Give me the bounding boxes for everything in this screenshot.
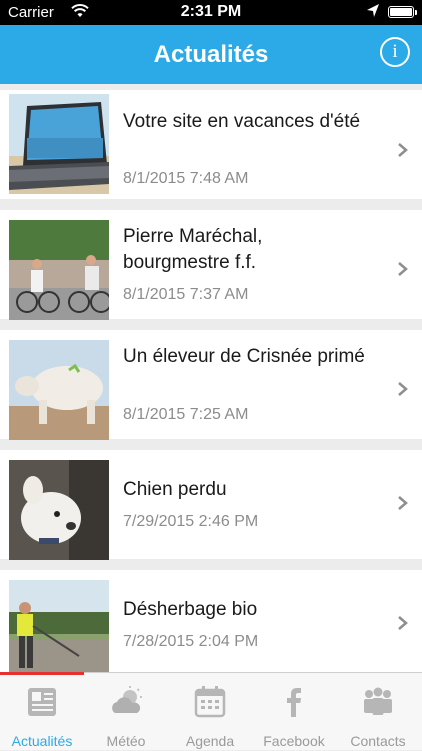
info-button[interactable]: i (380, 37, 410, 67)
worker-weeding-image (9, 580, 109, 672)
people-icon (364, 687, 392, 715)
battery-icon (388, 6, 414, 18)
cyclists-image (9, 220, 109, 320)
news-item[interactable]: Désherbage bio 7/28/2015 2:04 PM (0, 570, 422, 672)
tab-label: Agenda (185, 733, 235, 749)
news-item[interactable]: Chien perdu 7/29/2015 2:46 PM (0, 450, 422, 560)
tab-actualites[interactable]: Actualités (0, 673, 84, 751)
calendar-icon (194, 686, 226, 718)
tab-facebook[interactable]: Facebook (252, 673, 336, 751)
tab-label: Météo (106, 733, 146, 749)
news-title: Votre site en vacances d'été (123, 111, 361, 132)
battery-tip (415, 10, 417, 15)
page-title: Actualités (153, 41, 269, 68)
news-date: 8/1/2015 7:48 AM (123, 170, 249, 187)
news-item[interactable]: Votre site en vacances d'été 8/1/2015 7:… (0, 90, 422, 199)
news-title: Pierre Maréchal, bourgmestre f.f. (123, 226, 263, 273)
active-tab-indicator (0, 672, 84, 675)
tab-label: Contacts (350, 733, 406, 749)
news-list[interactable]: Votre site en vacances d'été 8/1/2015 7:… (0, 84, 422, 672)
facebook-icon (287, 688, 301, 717)
info-icon: i (392, 41, 398, 62)
chevron-right-icon (398, 616, 408, 630)
tab-bar: Actualités Météo Agenda Facebook Contact… (0, 672, 422, 750)
news-date: 8/1/2015 7:25 AM (123, 406, 249, 423)
news-date: 7/29/2015 2:46 PM (123, 513, 259, 530)
chevron-right-icon (398, 382, 408, 396)
chevron-right-icon (398, 143, 408, 157)
news-date: 7/28/2015 2:04 PM (123, 633, 259, 650)
status-bar: Carrier 2:31 PM (0, 0, 422, 25)
news-title: Désherbage bio (123, 599, 258, 620)
tab-meteo[interactable]: Météo (84, 673, 168, 751)
tab-agenda[interactable]: Agenda (168, 673, 252, 751)
news-item[interactable]: Un éleveur de Crisnée primé 8/1/2015 7:2… (0, 330, 422, 440)
navigation-bar: Actualités i (0, 25, 422, 84)
cow-image (9, 340, 109, 440)
news-item[interactable]: Pierre Maréchal, bourgmestre f.f. 8/1/20… (0, 210, 422, 320)
location-arrow-icon (366, 3, 380, 23)
tab-label: Facebook (263, 733, 325, 749)
news-title: Un éleveur de Crisnée primé (123, 346, 365, 367)
tab-contacts[interactable]: Contacts (336, 673, 420, 751)
newspaper-icon (28, 688, 56, 716)
weather-cloud-icon (112, 686, 142, 713)
clock-time: 2:31 PM (180, 3, 242, 20)
news-title: Chien perdu (123, 479, 227, 500)
tab-label: Actualités (11, 733, 73, 749)
laptop-on-beach-image (9, 94, 109, 194)
chevron-right-icon (398, 262, 408, 276)
news-date: 8/1/2015 7:37 AM (123, 286, 249, 303)
chevron-right-icon (398, 496, 408, 510)
dog-image (9, 460, 109, 560)
